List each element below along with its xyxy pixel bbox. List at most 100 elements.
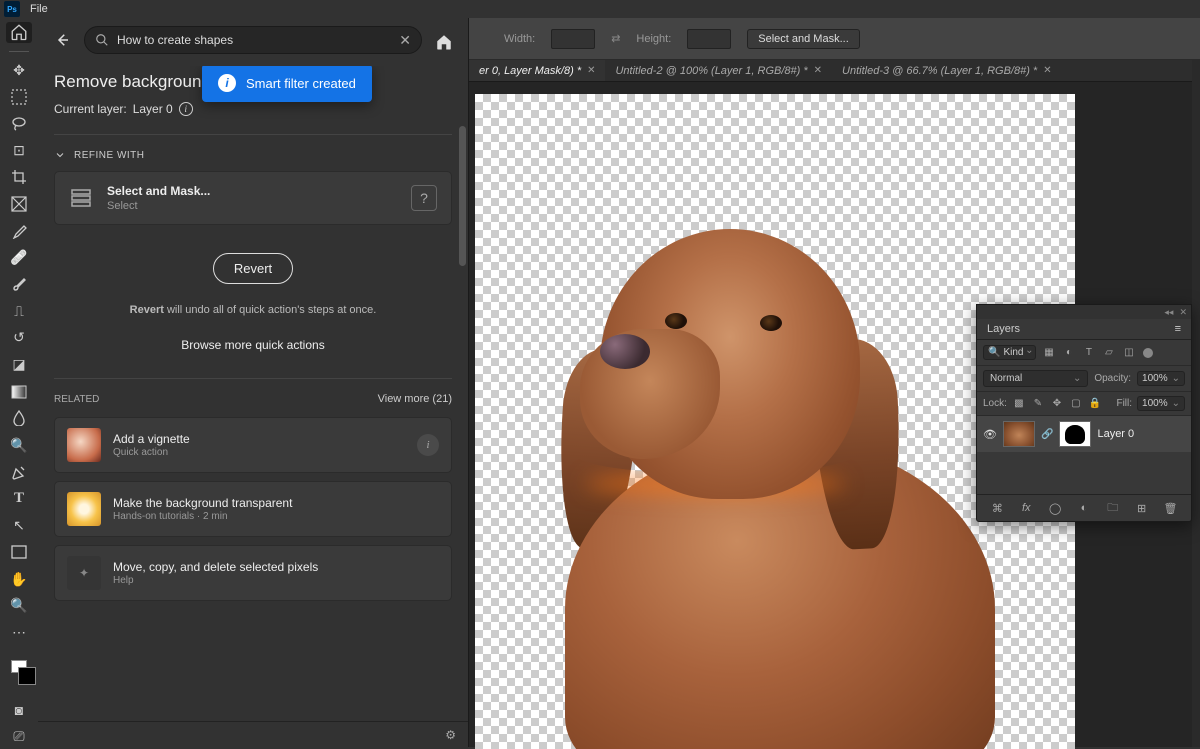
- more-tools-icon[interactable]: ⋯: [6, 622, 32, 643]
- quickmask-icon[interactable]: ◙: [6, 699, 32, 720]
- lock-image-icon[interactable]: ✎: [1031, 397, 1045, 411]
- layer-row[interactable]: 👁 🔗 Layer 0: [977, 416, 1191, 452]
- opacity-label: Opacity:: [1094, 373, 1131, 384]
- back-button[interactable]: [50, 28, 74, 52]
- related-item[interactable]: Make the background transparent Hands-on…: [54, 481, 452, 537]
- link-layers-icon[interactable]: ⌘: [989, 500, 1005, 516]
- current-layer-label: Current layer: Layer 0 i: [54, 102, 452, 116]
- healing-tool-icon[interactable]: 🩹: [6, 247, 32, 268]
- menu-file[interactable]: File: [24, 3, 54, 15]
- mask-icon[interactable]: ◯: [1047, 500, 1063, 516]
- eraser-tool-icon[interactable]: ◪: [6, 354, 32, 375]
- document-tab[interactable]: er 0, Layer Mask/8) *✕: [469, 60, 605, 81]
- thumbnail: ✦: [67, 556, 101, 590]
- close-icon[interactable]: ✕: [814, 65, 822, 76]
- history-brush-tool-icon[interactable]: ↺: [6, 328, 32, 349]
- clear-search-icon[interactable]: ✕: [399, 32, 411, 49]
- close-icon[interactable]: ✕: [1179, 307, 1187, 318]
- filter-adjust-icon[interactable]: ◐: [1061, 345, 1076, 360]
- section-label: RELATED: [54, 394, 99, 405]
- collapse-icon[interactable]: ◂◂: [1164, 307, 1173, 318]
- new-layer-icon[interactable]: ⊞: [1134, 500, 1150, 516]
- panel-tab[interactable]: Layers ≡: [977, 319, 1191, 340]
- lock-artboard-icon[interactable]: ▢: [1069, 397, 1083, 411]
- filter-toggle[interactable]: [1143, 348, 1153, 358]
- refine-card[interactable]: Select and Mask... Select ?: [54, 171, 452, 225]
- filter-pixel-icon[interactable]: ▦: [1041, 345, 1056, 360]
- view-more-link[interactable]: View more (21): [378, 393, 452, 405]
- layer-name[interactable]: Layer 0: [1097, 428, 1134, 440]
- opt-width-input[interactable]: [551, 29, 595, 49]
- search-field[interactable]: ✕: [84, 26, 422, 54]
- lasso-tool-icon[interactable]: [6, 113, 32, 134]
- foreground-background-color[interactable]: [11, 660, 27, 673]
- lock-label: Lock:: [983, 398, 1007, 409]
- select-and-mask-button[interactable]: Select and Mask...: [747, 29, 860, 49]
- home-tool-icon[interactable]: [6, 22, 32, 43]
- right-collapsed-dock[interactable]: [1192, 60, 1200, 747]
- section-label: REFINE WITH: [74, 150, 145, 161]
- stamp-tool-icon[interactable]: ⎍: [6, 301, 32, 322]
- link-mask-icon[interactable]: 🔗: [1041, 429, 1053, 440]
- blend-mode-dropdown[interactable]: Normal: [983, 370, 1088, 387]
- document-tab[interactable]: Untitled-2 @ 100% (Layer 1, RGB/8#) *✕: [605, 60, 832, 81]
- document-tab[interactable]: Untitled-3 @ 66.7% (Layer 1, RGB/8#) *✕: [832, 60, 1062, 81]
- related-item[interactable]: Add a vignette Quick action i: [54, 417, 452, 473]
- panel-menu-icon[interactable]: ≡: [1175, 323, 1181, 335]
- layer-filter-row: 🔍Kind ▦ ◐ T ▱ ◫: [977, 340, 1191, 366]
- marquee-tool-icon[interactable]: [6, 87, 32, 108]
- filter-smart-icon[interactable]: ◫: [1121, 345, 1136, 360]
- filter-kind-dropdown[interactable]: 🔍Kind: [983, 345, 1036, 360]
- fill-input[interactable]: 100%: [1137, 396, 1185, 411]
- rectangle-tool-icon[interactable]: [6, 542, 32, 563]
- fx-icon[interactable]: fx: [1018, 500, 1034, 516]
- scrollbar[interactable]: [459, 126, 466, 266]
- path-tool-icon[interactable]: ↖: [6, 515, 32, 536]
- lock-row: Lock: ▩ ✎ ✥ ▢ 🔒 Fill: 100%: [977, 392, 1191, 416]
- opt-height-input[interactable]: [687, 29, 731, 49]
- filter-shape-icon[interactable]: ▱: [1101, 345, 1116, 360]
- revert-button[interactable]: Revert: [213, 253, 293, 284]
- quick-select-tool-icon[interactable]: ⊡: [6, 140, 32, 161]
- swap-dims-icon[interactable]: ⇄: [611, 32, 620, 45]
- frame-tool-icon[interactable]: [6, 194, 32, 215]
- refine-section-toggle[interactable]: REFINE WITH: [54, 149, 452, 161]
- search-input[interactable]: [117, 33, 391, 47]
- blur-tool-icon[interactable]: [6, 408, 32, 429]
- delete-layer-icon[interactable]: 🗑: [1162, 500, 1178, 516]
- help-icon[interactable]: ?: [411, 185, 437, 211]
- gear-icon[interactable]: ⚙: [445, 728, 456, 742]
- crop-tool-icon[interactable]: [6, 167, 32, 188]
- pen-tool-icon[interactable]: [6, 462, 32, 483]
- browse-more-link[interactable]: Browse more quick actions: [54, 338, 452, 352]
- visibility-icon[interactable]: 👁: [983, 428, 997, 441]
- adjustment-icon[interactable]: ◐: [1076, 500, 1092, 516]
- hand-tool-icon[interactable]: ✋: [6, 569, 32, 590]
- gradient-tool-icon[interactable]: [6, 381, 32, 402]
- type-tool-icon[interactable]: T: [6, 488, 32, 509]
- zoom-tool-icon[interactable]: 🔍: [6, 595, 32, 616]
- close-icon[interactable]: ✕: [587, 65, 595, 76]
- item-subtitle: Help: [113, 575, 318, 586]
- panel-titlebar[interactable]: ◂◂ ✕: [977, 305, 1191, 319]
- group-icon[interactable]: 🗀: [1105, 500, 1121, 516]
- lock-position-icon[interactable]: ✥: [1050, 397, 1064, 411]
- screenmode-icon[interactable]: ⎚: [6, 726, 32, 747]
- dodge-tool-icon[interactable]: 🔍: [6, 435, 32, 456]
- filter-type-icon[interactable]: T: [1081, 345, 1096, 360]
- lock-all-icon[interactable]: 🔒: [1088, 397, 1102, 411]
- opacity-input[interactable]: 100%: [1137, 371, 1185, 386]
- close-icon[interactable]: ✕: [1043, 65, 1051, 76]
- info-icon[interactable]: i: [179, 102, 193, 116]
- layer-thumbnail[interactable]: [1003, 421, 1035, 447]
- tab-label: Layers: [987, 323, 1020, 335]
- eyedropper-tool-icon[interactable]: [6, 220, 32, 241]
- lock-transparent-icon[interactable]: ▩: [1012, 397, 1026, 411]
- move-tool-icon[interactable]: ✥: [6, 60, 32, 81]
- related-item[interactable]: ✦ Move, copy, and delete selected pixels…: [54, 545, 452, 601]
- discover-panel: ✕ i Smart filter created Remove backgrou…: [38, 18, 469, 747]
- brush-tool-icon[interactable]: [6, 274, 32, 295]
- mask-thumbnail[interactable]: [1059, 421, 1091, 447]
- info-icon[interactable]: i: [417, 434, 439, 456]
- discover-home-button[interactable]: [432, 30, 456, 54]
